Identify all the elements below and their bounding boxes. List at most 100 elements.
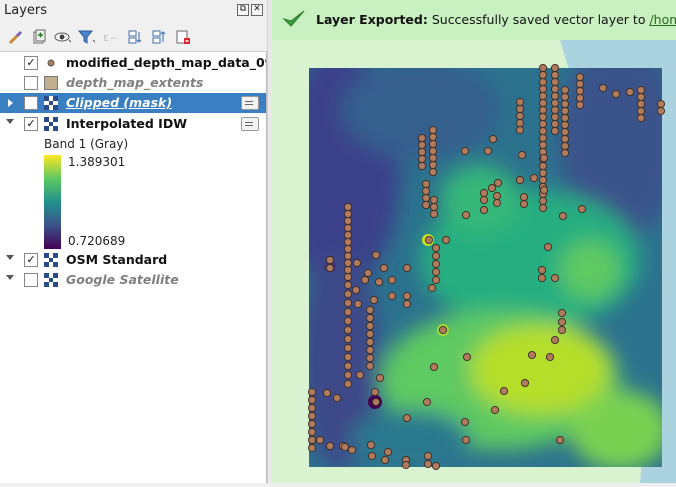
depth-point[interactable] [307, 443, 317, 453]
depth-point[interactable] [517, 150, 527, 160]
depth-point[interactable] [538, 91, 548, 101]
collapse-all-icon[interactable] [150, 28, 168, 46]
depth-point[interactable] [625, 87, 635, 97]
depth-point[interactable] [538, 196, 548, 206]
depth-point[interactable] [427, 283, 437, 293]
depth-point[interactable] [539, 185, 549, 195]
depth-point[interactable] [515, 118, 525, 128]
depth-point[interactable] [515, 125, 525, 135]
depth-point[interactable] [557, 325, 567, 335]
depth-point[interactable] [423, 459, 433, 469]
depth-point[interactable] [538, 84, 548, 94]
depth-point[interactable] [438, 325, 448, 335]
depth-point[interactable] [431, 275, 441, 285]
depth-point[interactable] [560, 148, 570, 158]
depth-point[interactable] [340, 442, 350, 452]
depth-point[interactable] [417, 161, 427, 171]
depth-point[interactable] [380, 455, 390, 465]
depth-point[interactable] [307, 419, 317, 429]
depth-point[interactable] [487, 183, 497, 193]
depth-point[interactable] [421, 200, 431, 210]
layer-visibility-checkbox[interactable]: ✓ [24, 253, 38, 267]
depth-point[interactable] [343, 307, 353, 317]
depth-point[interactable] [343, 280, 353, 290]
depth-point[interactable] [538, 133, 548, 143]
depth-point[interactable] [550, 77, 560, 87]
depth-point[interactable] [538, 77, 548, 87]
depth-point[interactable] [636, 85, 646, 95]
depth-point[interactable] [383, 447, 393, 457]
depth-point[interactable] [369, 295, 379, 305]
layer-visibility-checkbox[interactable] [24, 273, 38, 287]
depth-point[interactable] [539, 153, 549, 163]
depth-point[interactable] [423, 451, 433, 461]
depth-point[interactable] [656, 99, 666, 109]
depth-point[interactable] [343, 216, 353, 226]
layer-visibility-checkbox[interactable]: ✓ [24, 56, 38, 70]
depth-point[interactable] [538, 175, 548, 185]
depth-point[interactable] [636, 99, 646, 109]
depth-point[interactable] [479, 188, 489, 198]
depth-point[interactable] [360, 275, 370, 285]
depth-point[interactable] [374, 277, 384, 287]
depth-point[interactable] [367, 451, 377, 461]
depth-point[interactable] [355, 370, 365, 380]
depth-point[interactable] [490, 405, 500, 415]
depth-point[interactable] [543, 242, 553, 252]
depth-point[interactable] [428, 160, 438, 170]
depth-point[interactable] [343, 251, 353, 261]
depth-point[interactable] [332, 393, 342, 403]
depth-point[interactable] [550, 91, 560, 101]
depth-point[interactable] [428, 153, 438, 163]
depth-point[interactable] [538, 112, 548, 122]
depth-point[interactable] [387, 275, 397, 285]
depth-point[interactable] [325, 255, 335, 265]
depth-point[interactable] [515, 175, 525, 185]
expand-all-icon[interactable] [126, 28, 144, 46]
depth-point[interactable] [307, 435, 317, 445]
depth-point[interactable] [538, 161, 548, 171]
depth-point[interactable] [343, 265, 353, 275]
layer-visibility-checkbox[interactable] [24, 96, 38, 110]
depth-point[interactable] [538, 140, 548, 150]
depth-point[interactable] [431, 259, 441, 269]
depth-point[interactable] [550, 63, 560, 73]
depth-point[interactable] [460, 146, 470, 156]
depth-point[interactable] [365, 345, 375, 355]
remove-layer-icon[interactable] [174, 28, 192, 46]
depth-point[interactable] [351, 285, 361, 295]
depth-point[interactable] [343, 272, 353, 282]
depth-point[interactable] [558, 211, 568, 221]
depth-point[interactable] [347, 445, 357, 455]
depth-point[interactable] [515, 111, 525, 121]
depth-point[interactable] [527, 350, 537, 360]
depth-point[interactable] [307, 403, 317, 413]
depth-point[interactable] [343, 316, 353, 326]
depth-point[interactable] [557, 317, 567, 327]
depth-point[interactable] [421, 193, 431, 203]
depth-point[interactable] [550, 105, 560, 115]
depth-point[interactable] [429, 209, 439, 219]
depth-point[interactable] [365, 337, 375, 347]
depth-point[interactable] [545, 352, 555, 362]
depth-point[interactable] [560, 120, 570, 130]
depth-point[interactable] [431, 251, 441, 261]
depth-point[interactable] [402, 291, 412, 301]
depth-point[interactable] [550, 335, 560, 345]
depth-point[interactable] [343, 258, 353, 268]
depth-point[interactable] [550, 119, 560, 129]
collapse-arrow-icon[interactable] [6, 275, 14, 280]
depth-point[interactable] [575, 86, 585, 96]
layer-indicator-icon[interactable] [241, 117, 259, 131]
depth-point[interactable] [550, 126, 560, 136]
depth-point[interactable] [343, 361, 353, 371]
depth-point[interactable] [401, 460, 411, 470]
depth-point[interactable] [598, 83, 608, 93]
depth-point[interactable] [488, 134, 498, 144]
depth-point[interactable] [656, 106, 666, 116]
depth-point[interactable] [402, 263, 412, 273]
depth-point[interactable] [611, 89, 621, 99]
depth-point[interactable] [577, 204, 587, 214]
depth-point[interactable] [636, 106, 646, 116]
style-icon[interactable] [6, 28, 24, 46]
